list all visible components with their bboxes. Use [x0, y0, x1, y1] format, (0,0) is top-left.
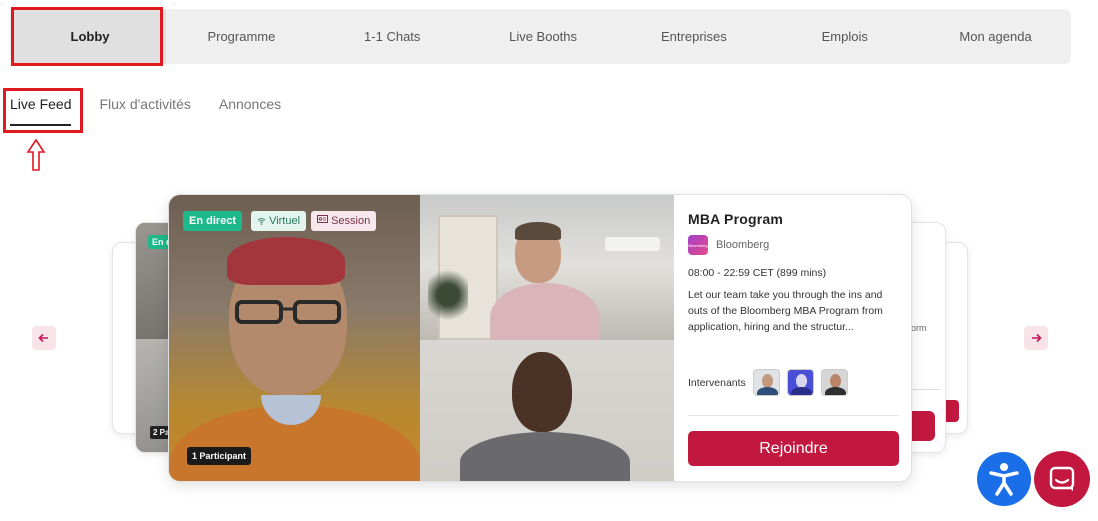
- avatar-head: [795, 374, 807, 388]
- wifi-icon: [257, 218, 266, 225]
- subtab-announcements[interactable]: Annonces: [219, 96, 281, 126]
- session-badge: Session: [311, 211, 377, 231]
- participant-body: [490, 283, 600, 340]
- video-tile-1: [169, 195, 420, 481]
- speakers-label: Intervenants: [688, 376, 746, 389]
- tab-live-booths[interactable]: Live Booths: [468, 9, 619, 64]
- session-info: MBA Program Bloomberg Bloomberg 08:00 - …: [674, 195, 911, 481]
- background-plant: [428, 265, 468, 325]
- join-button-fragment[interactable]: [945, 400, 959, 422]
- participant-hair: [515, 222, 561, 240]
- participants-badge: 1 Participant: [187, 447, 252, 465]
- participant-body: [460, 432, 630, 481]
- video-tile-2: [420, 195, 674, 340]
- speaker-avatar[interactable]: [820, 369, 848, 396]
- live-badge: En direct: [183, 211, 243, 231]
- session-badge-label: Session: [331, 215, 371, 227]
- tab-programme[interactable]: Programme: [166, 9, 317, 64]
- tab-lobby[interactable]: Lobby: [14, 9, 166, 64]
- chat-icon: [1049, 466, 1075, 491]
- annotation-arrow-up-icon: [26, 138, 46, 171]
- avatar-body: [756, 387, 778, 395]
- join-button-fragment[interactable]: [911, 411, 935, 441]
- speakers: Intervenants: [688, 369, 848, 396]
- arrow-right-icon: [1032, 333, 1042, 343]
- divider: [688, 415, 899, 416]
- avatar-body: [824, 387, 846, 395]
- arrow-left-icon: [38, 333, 48, 343]
- bloomberg-logo-icon: Bloomberg: [688, 235, 708, 255]
- tab-chats[interactable]: 1-1 Chats: [317, 9, 468, 64]
- sub-tabs: Live Feed Flux d'activités Annonces: [10, 96, 281, 126]
- accessibility-icon: [989, 463, 1019, 496]
- session-time: 08:00 - 22:59 CET (899 mins): [688, 267, 827, 279]
- speaker-avatar[interactable]: [752, 369, 780, 396]
- virtual-badge: Virtuel: [251, 211, 307, 231]
- carousel-prev-button[interactable]: [32, 326, 56, 350]
- tab-mon-agenda[interactable]: Mon agenda: [920, 9, 1071, 64]
- tab-emplois[interactable]: Emplois: [769, 9, 920, 64]
- participant-head: [512, 352, 572, 432]
- participant-hair: [227, 237, 345, 285]
- session-title: MBA Program: [688, 211, 784, 227]
- avatar-head: [761, 374, 773, 388]
- carousel-next-button[interactable]: [1024, 326, 1048, 350]
- session-description: Let our team take you through the ins an…: [688, 289, 883, 333]
- chat-button[interactable]: [1034, 451, 1090, 507]
- avatar-head: [829, 374, 841, 388]
- video-grid[interactable]: En direct Virtuel Session 1 Participant: [169, 195, 674, 481]
- background-ac: [605, 237, 660, 251]
- join-button[interactable]: Rejoindre: [688, 431, 899, 466]
- main-nav: Lobby Programme 1-1 Chats Live Booths En…: [10, 9, 1071, 64]
- organizer[interactable]: Bloomberg Bloomberg: [688, 235, 899, 255]
- avatar-body: [790, 387, 812, 395]
- organizer-name: Bloomberg: [716, 239, 770, 251]
- subtab-live-feed[interactable]: Live Feed: [10, 96, 72, 126]
- session-card: En direct Virtuel Session 1 Participant …: [168, 194, 912, 482]
- subtab-activity-feed[interactable]: Flux d'activités: [99, 96, 190, 126]
- divider: [911, 389, 941, 390]
- glasses-icon: [235, 300, 341, 324]
- virtual-badge-label: Virtuel: [269, 215, 301, 227]
- video-tile-3: [420, 340, 674, 481]
- presentation-icon: [317, 215, 328, 223]
- speaker-avatar[interactable]: [786, 369, 814, 396]
- tab-entreprises[interactable]: Entreprises: [618, 9, 769, 64]
- accessibility-button[interactable]: [977, 452, 1031, 506]
- card-text-fragment: orm: [911, 323, 927, 333]
